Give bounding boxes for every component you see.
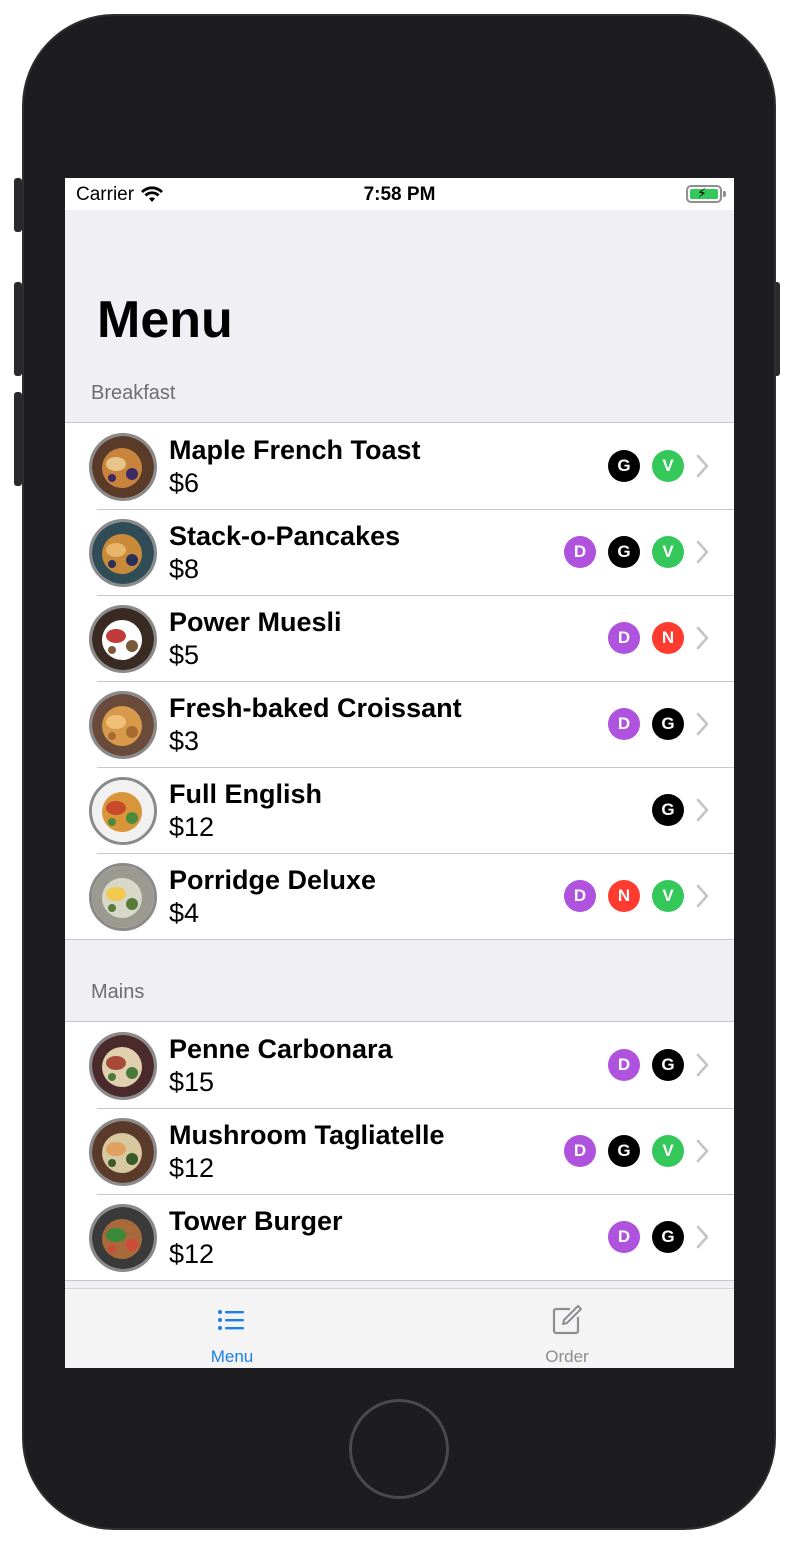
menu-item-row[interactable]: Porridge Deluxe $4 D N V xyxy=(65,853,734,939)
status-bar: Carrier 7:58 PM ⚡ xyxy=(65,178,734,210)
vegetarian-badge: V xyxy=(652,880,684,912)
status-time: 7:58 PM xyxy=(363,184,436,205)
menu-item-name: Porridge Deluxe xyxy=(169,865,377,895)
section-header-mains: Mains xyxy=(91,981,145,1003)
dairy-badge: D xyxy=(564,1135,596,1167)
chevron-right-icon xyxy=(696,798,709,822)
chevron-right-icon xyxy=(696,884,709,908)
menu-item-row[interactable]: Maple French Toast $6 G V xyxy=(65,423,734,509)
menu-item-row[interactable]: Stack-o-Pancakes $8 D G V xyxy=(65,509,734,595)
food-thumbnail xyxy=(89,433,157,501)
dietary-tags: DG xyxy=(608,1221,684,1253)
nuts-badge: N xyxy=(608,880,640,912)
dietary-tags: GV xyxy=(608,450,684,482)
menu-item-price: $12 xyxy=(169,1153,215,1183)
food-thumbnail xyxy=(89,863,157,931)
menu-item-row[interactable]: Mushroom Tagliatelle $12 D G V xyxy=(65,1108,734,1194)
dairy-badge: D xyxy=(608,622,640,654)
volume-down-button xyxy=(14,392,22,486)
menu-item-price: $12 xyxy=(169,812,215,842)
menu-item-name: Tower Burger xyxy=(169,1206,343,1236)
gluten-badge: G xyxy=(652,794,684,826)
gluten-badge: G xyxy=(652,1049,684,1081)
chevron-right-icon xyxy=(696,1053,709,1077)
vegetarian-badge: V xyxy=(652,1135,684,1167)
tab-bar: Menu Order xyxy=(65,1288,734,1368)
tab-menu[interactable]: Menu xyxy=(65,1289,399,1368)
tab-menu-label: Menu xyxy=(210,1347,254,1366)
dietary-tags: DGV xyxy=(564,536,684,568)
chevron-right-icon xyxy=(696,712,709,736)
mute-switch xyxy=(14,178,22,232)
gluten-badge: G xyxy=(652,708,684,740)
gluten-badge: G xyxy=(652,1221,684,1253)
chevron-right-icon xyxy=(696,1139,709,1163)
dietary-tags: DG xyxy=(608,1049,684,1081)
dairy-badge: D xyxy=(608,708,640,740)
menu-item-name: Full English xyxy=(169,779,322,809)
menu-item-name: Mushroom Tagliatelle xyxy=(169,1120,445,1150)
food-thumbnail xyxy=(89,691,157,759)
compose-icon xyxy=(552,1305,582,1335)
food-thumbnail xyxy=(89,1032,157,1100)
home-button[interactable] xyxy=(349,1399,449,1499)
menu-item-price: $5 xyxy=(169,640,200,670)
dietary-tags: DG xyxy=(608,708,684,740)
dietary-tags: DGV xyxy=(564,1135,684,1167)
gluten-badge: G xyxy=(608,1135,640,1167)
page-title: Menu xyxy=(97,291,233,349)
menu-item-price: $4 xyxy=(169,898,200,928)
dairy-badge: D xyxy=(608,1221,640,1253)
food-thumbnail xyxy=(89,777,157,845)
menu-item-price: $3 xyxy=(169,726,200,756)
menu-item-name: Fresh-baked Croissant xyxy=(169,693,462,723)
dietary-tags: G xyxy=(652,794,684,826)
chevron-right-icon xyxy=(696,626,709,650)
chevron-right-icon xyxy=(696,454,709,478)
chevron-right-icon xyxy=(696,540,709,564)
menu-item-price: $8 xyxy=(169,554,200,584)
list-icon xyxy=(218,1310,244,1330)
menu-item-name: Penne Carbonara xyxy=(169,1034,393,1064)
tab-order[interactable]: Order xyxy=(400,1289,734,1368)
screen: Carrier 7:58 PM ⚡ Menu Breakfast Maple F… xyxy=(65,178,734,1368)
menu-item-price: $15 xyxy=(169,1067,215,1097)
menu-item-price: $6 xyxy=(169,468,200,498)
menu-item-name: Maple French Toast xyxy=(169,435,421,465)
food-thumbnail xyxy=(89,1204,157,1272)
gluten-badge: G xyxy=(608,450,640,482)
dietary-tags: DN xyxy=(608,622,684,654)
food-thumbnail xyxy=(89,605,157,673)
volume-up-button xyxy=(14,282,22,376)
food-thumbnail xyxy=(89,519,157,587)
menu-item-name: Stack-o-Pancakes xyxy=(169,521,401,551)
menu-item-row[interactable]: Full English $12 G xyxy=(65,767,734,853)
nuts-badge: N xyxy=(652,622,684,654)
dairy-badge: D xyxy=(564,536,596,568)
gluten-badge: G xyxy=(608,536,640,568)
food-thumbnail xyxy=(89,1118,157,1186)
mains-list: Penne Carbonara $15 D G Mushroom Tagliatelle… xyxy=(65,1021,734,1281)
menu-item-row[interactable]: Tower Burger $12 D G xyxy=(65,1194,734,1280)
dairy-badge: D xyxy=(564,880,596,912)
chevron-right-icon xyxy=(696,1225,709,1249)
battery-charging-icon: ⚡ xyxy=(686,185,726,203)
vegetarian-badge: V xyxy=(652,450,684,482)
menu-item-row[interactable]: Power Muesli $5 D N xyxy=(65,595,734,681)
menu-item-row[interactable]: Fresh-baked Croissant $3 D G xyxy=(65,681,734,767)
dietary-tags: DNV xyxy=(564,880,684,912)
dairy-badge: D xyxy=(608,1049,640,1081)
section-header-breakfast: Breakfast xyxy=(91,382,176,404)
breakfast-list: Maple French Toast $6 G V Stack-o-Pancakes $8… xyxy=(65,422,734,940)
menu-item-price: $12 xyxy=(169,1239,215,1269)
vegetarian-badge: V xyxy=(652,536,684,568)
menu-item-row[interactable]: Penne Carbonara $15 D G xyxy=(65,1022,734,1108)
tab-order-label: Order xyxy=(545,1347,589,1366)
menu-item-name: Power Muesli xyxy=(169,607,342,637)
